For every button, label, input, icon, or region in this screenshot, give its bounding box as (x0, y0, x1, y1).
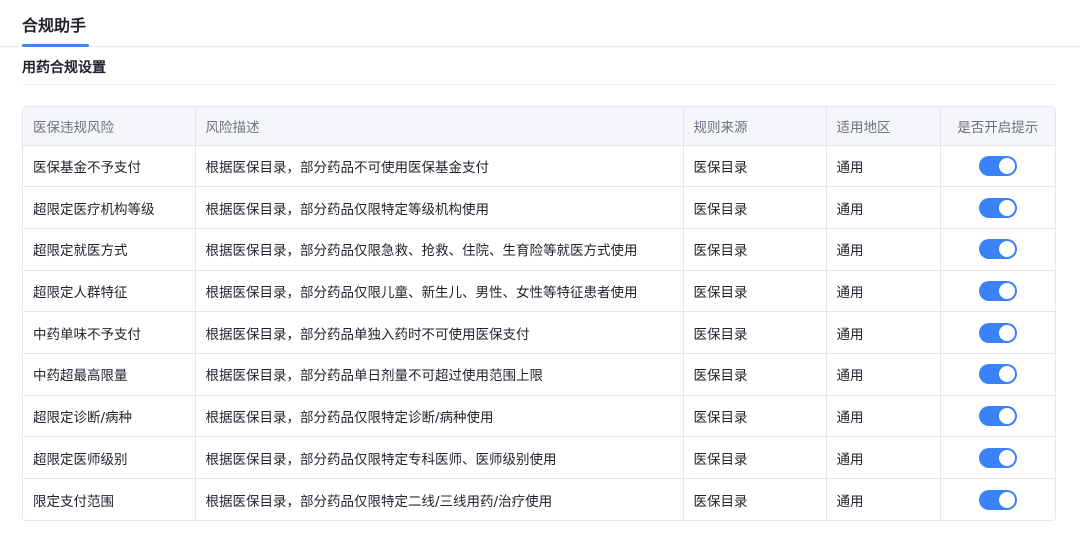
compliance-table: 医保违规风险 风险描述 规则来源 适用地区 是否开启提示 医保基金不予支付 根据医… (22, 106, 1056, 522)
cell-enable-prompt (940, 312, 1055, 354)
prompt-toggle[interactable] (978, 405, 1017, 426)
header-region: 适用地区 (826, 107, 941, 145)
cell-description: 根据医保目录，部分药品单独入药时不可使用医保支付 (195, 311, 684, 354)
table-row: 中药超最高限量 根据医保目录，部分药品单日剂量不可超过使用范围上限 医保目录 通用 (23, 353, 1055, 396)
cell-description: 根据医保目录，部分药品单日剂量不可超过使用范围上限 (195, 353, 684, 396)
table-row: 超限定诊断/病种 根据医保目录，部分药品仅限特定诊断/病种使用 医保目录 通用 (23, 395, 1055, 437)
section-divider (22, 84, 1056, 85)
table-header-row: 医保违规风险 风险描述 规则来源 适用地区 是否开启提示 (23, 107, 1055, 145)
table-row: 超限定就医方式 根据医保目录，部分药品仅限急救、抢救、住院、生育险等就医方式使用医… (23, 228, 1055, 271)
cell-source: 医保目录 (683, 145, 827, 187)
cell-description: 根据医保目录，部分药品仅限儿童、新生儿、男性、女性等特征患者使用 (195, 270, 684, 312)
cell-enable-prompt (940, 479, 1055, 521)
cell-region: 通用 (826, 478, 941, 521)
toggle-knob (998, 157, 1015, 174)
prompt-toggle[interactable] (978, 239, 1017, 260)
cell-source: 医保目录 (683, 395, 827, 437)
cell-source: 医保目录 (683, 311, 827, 354)
toggle-knob (998, 324, 1015, 341)
cell-description: 根据医保目录，部分药品仅限特定诊断/病种使用 (195, 395, 684, 437)
cell-region: 通用 (826, 145, 941, 187)
toggle-knob (998, 407, 1015, 424)
cell-enable-prompt (940, 145, 1055, 187)
toggle-knob (998, 449, 1015, 466)
tab-bar: 合规助手 (0, 0, 1080, 47)
prompt-toggle[interactable] (978, 280, 1017, 301)
section-title: 用药合规设置 (22, 60, 106, 76)
prompt-toggle[interactable] (978, 322, 1017, 343)
table-row: 超限定医师级别 根据医保目录，部分药品仅限特定专科医师、医师级别使用 医保目录 通用 (23, 436, 1055, 479)
toggle-knob (998, 491, 1015, 508)
cell-enable-prompt (940, 228, 1055, 270)
cell-risk: 医保基金不予支付 (23, 145, 196, 187)
cell-enable-prompt (940, 395, 1055, 437)
cell-region: 通用 (826, 436, 941, 479)
cell-enable-prompt (940, 353, 1055, 395)
table-row: 限定支付范围 根据医保目录，部分药品仅限特定二线/三线用药/治疗使用 医保目录 通用 (23, 478, 1055, 521)
toggle-knob (998, 241, 1015, 258)
header-enable-prompt: 是否开启提示 (957, 119, 1039, 136)
cell-description: 根据医保目录，部分药品仅限特定二线/三线用药/治疗使用 (195, 478, 684, 521)
toggle-knob (998, 366, 1015, 383)
cell-region: 通用 (826, 311, 941, 354)
table-body: 医保基金不予支付 根据医保目录，部分药品不可使用医保基金支付 医保目录 通用 超限定医疗… (23, 145, 1055, 521)
header-risk: 医保违规风险 (23, 107, 196, 145)
cell-description: 根据医保目录，部分药品仅限特定等级机构使用 (195, 186, 684, 229)
prompt-toggle[interactable] (978, 364, 1017, 385)
cell-risk: 超限定就医方式 (23, 228, 196, 271)
cell-source: 医保目录 (683, 228, 827, 271)
cell-source: 医保目录 (683, 270, 827, 312)
cell-source: 医保目录 (683, 436, 827, 479)
cell-risk: 超限定医师级别 (23, 436, 196, 479)
cell-risk: 中药超最高限量 (23, 353, 196, 396)
cell-description: 根据医保目录，部分药品仅限急救、抢救、住院、生育险等就医方式使用 (195, 228, 684, 271)
prompt-toggle[interactable] (978, 155, 1017, 176)
active-tab-indicator (22, 44, 89, 47)
cell-source: 医保目录 (683, 186, 827, 229)
prompt-toggle[interactable] (978, 447, 1017, 468)
toggle-knob (998, 199, 1015, 216)
cell-source: 医保目录 (683, 478, 827, 521)
tab-compliance-assistant[interactable]: 合规助手 (22, 12, 86, 47)
cell-risk: 超限定医疗机构等级 (23, 186, 196, 229)
table-row: 中药单味不予支付 根据医保目录，部分药品单独入药时不可使用医保支付 医保目录 通用 (23, 311, 1055, 354)
cell-risk: 中药单味不予支付 (23, 311, 196, 354)
cell-region: 通用 (826, 395, 941, 437)
prompt-toggle[interactable] (978, 197, 1017, 218)
prompt-toggle[interactable] (978, 489, 1017, 510)
cell-region: 通用 (826, 270, 941, 312)
toggle-knob (998, 282, 1015, 299)
cell-risk: 限定支付范围 (23, 478, 196, 521)
table-row: 医保基金不予支付 根据医保目录，部分药品不可使用医保基金支付 医保目录 通用 (23, 145, 1055, 187)
cell-region: 通用 (826, 186, 941, 229)
cell-region: 通用 (826, 228, 941, 271)
cell-region: 通用 (826, 353, 941, 396)
cell-description: 根据医保目录，部分药品不可使用医保基金支付 (195, 145, 684, 187)
cell-risk: 超限定人群特征 (23, 270, 196, 312)
cell-enable-prompt (940, 437, 1055, 479)
header-source: 规则来源 (683, 107, 827, 145)
cell-risk: 超限定诊断/病种 (23, 395, 196, 437)
header-description: 风险描述 (195, 107, 684, 145)
cell-enable-prompt (940, 187, 1055, 229)
table-row: 超限定人群特征 根据医保目录，部分药品仅限儿童、新生儿、男性、女性等特征患者使用医… (23, 270, 1055, 312)
cell-description: 根据医保目录，部分药品仅限特定专科医师、医师级别使用 (195, 436, 684, 479)
table-row: 超限定医疗机构等级 根据医保目录，部分药品仅限特定等级机构使用 医保目录 通用 (23, 186, 1055, 229)
cell-source: 医保目录 (683, 353, 827, 396)
cell-enable-prompt (940, 270, 1055, 312)
